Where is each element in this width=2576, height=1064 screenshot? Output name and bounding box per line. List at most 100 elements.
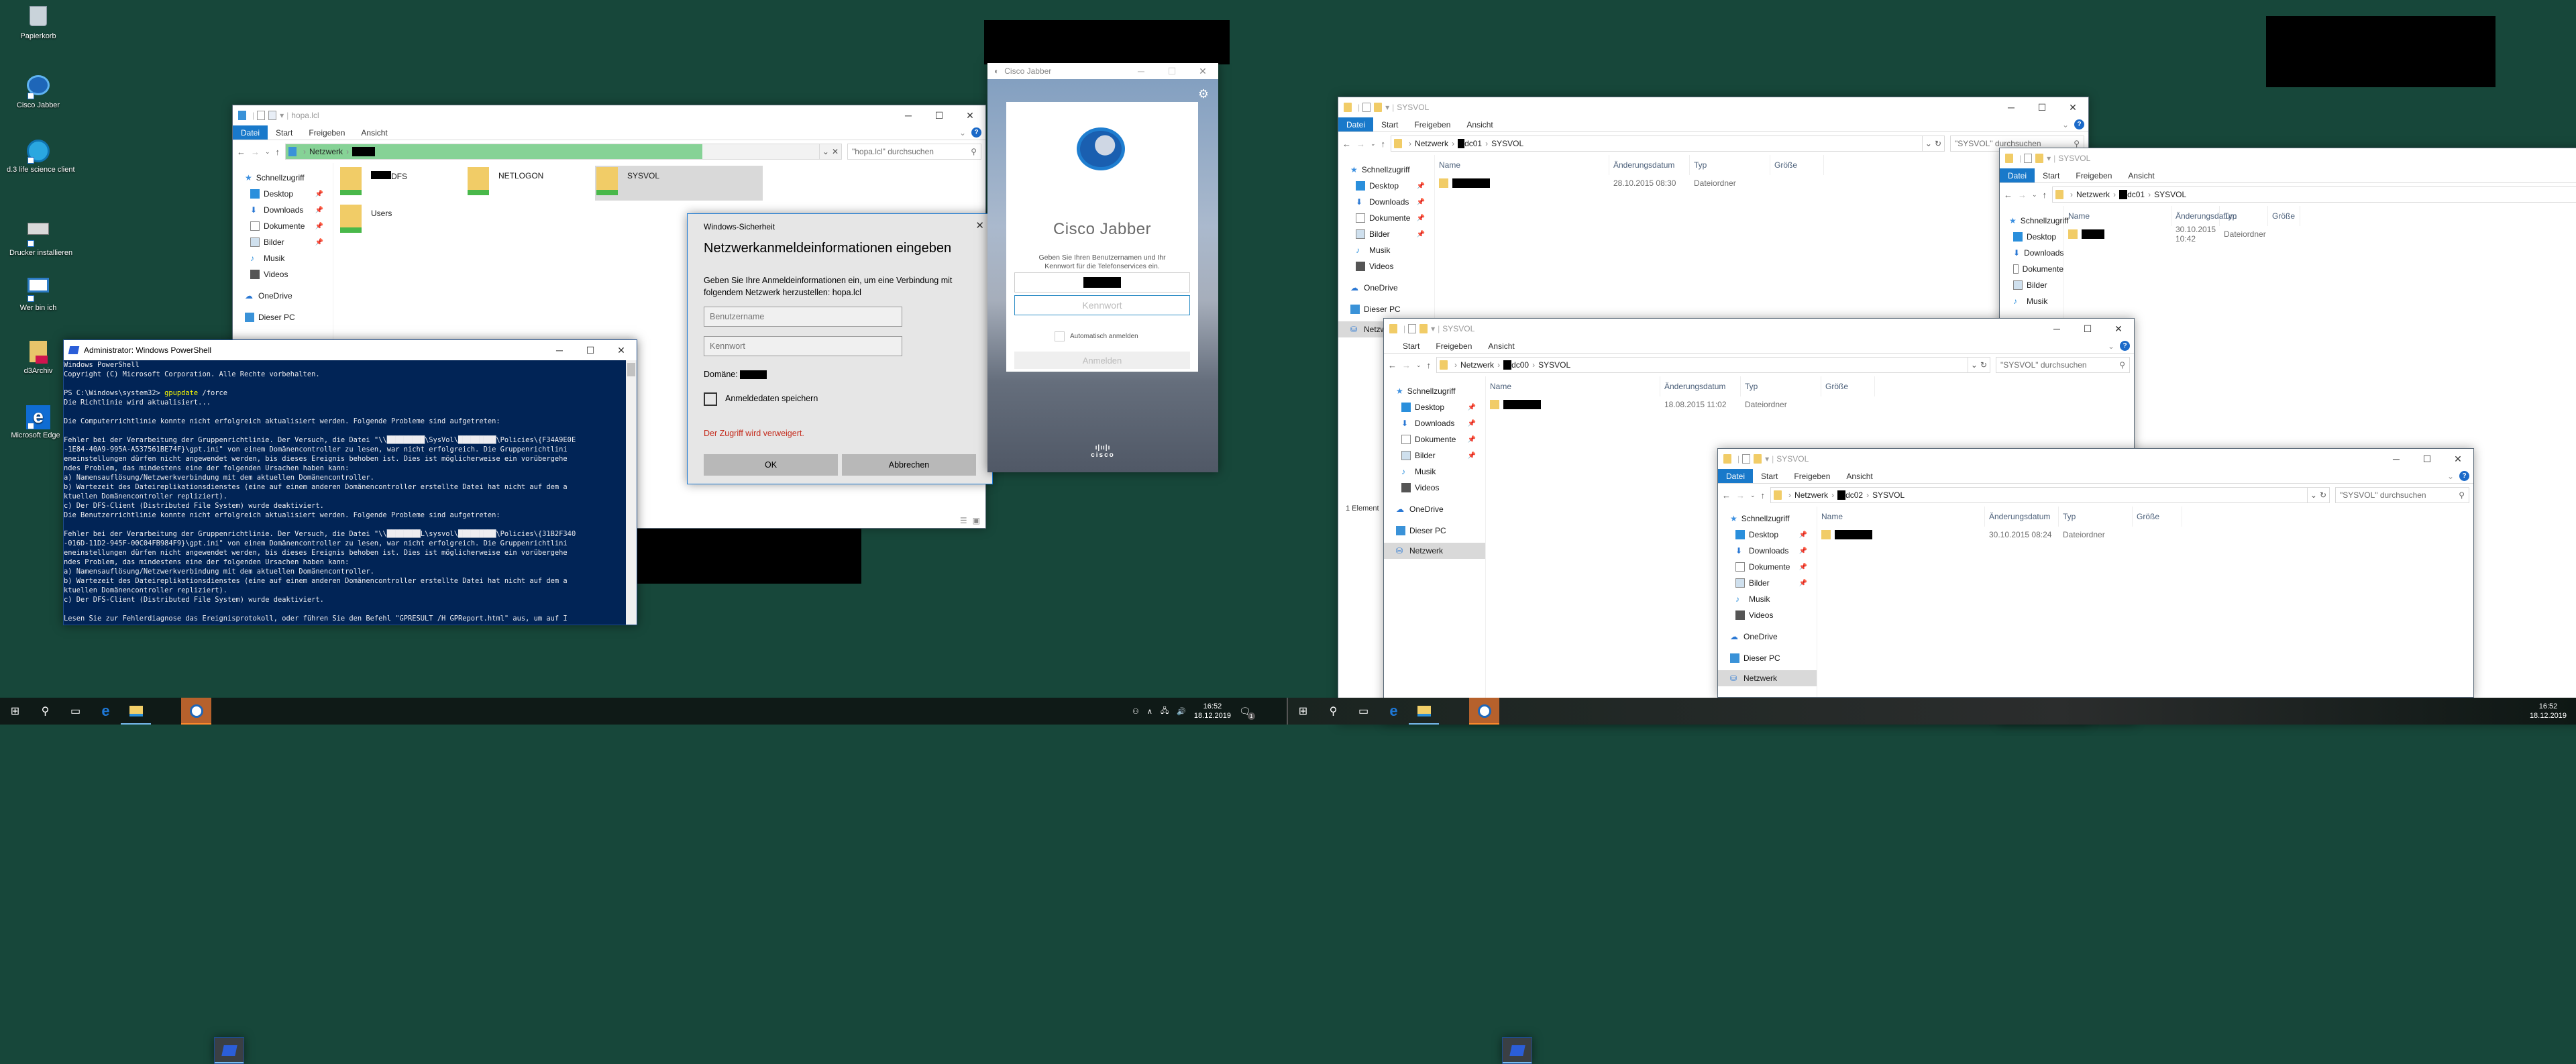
nav-bilder[interactable]: Bilder 📌 xyxy=(233,234,333,250)
nav-netzwerk[interactable]: ⛁ Netzwerk xyxy=(1384,543,1485,559)
start-button[interactable]: ⊞ xyxy=(1288,698,1318,725)
stop-icon[interactable]: ✕ xyxy=(832,147,839,156)
recent-locations-icon[interactable]: ⌄ xyxy=(265,148,270,156)
minimize-button[interactable]: ─ xyxy=(1996,97,2027,117)
tab-freigeben[interactable]: Freigeben xyxy=(1406,117,1458,131)
nav-dokumente[interactable]: Dokumente 📌 xyxy=(1338,210,1434,226)
recent-locations-icon[interactable]: ⌄ xyxy=(1416,362,1421,369)
nav-onedrive[interactable]: ☁ OneDrive xyxy=(1338,280,1434,296)
address-bar[interactable]: › Netzwerk › dc01 › SYSVOL ⌄ ↻ xyxy=(1391,136,1945,152)
nav-dokumente[interactable]: Dokumente 📌 xyxy=(233,218,333,234)
desktop-icon-recycle-bin[interactable]: Papierkorb xyxy=(13,4,63,40)
pin-icon[interactable]: 📌 xyxy=(315,239,323,246)
tab-ansicht[interactable]: Ansicht xyxy=(1838,469,1880,483)
close-button[interactable]: ✕ xyxy=(975,219,984,231)
nav-dokumente[interactable]: Dokumente 📌 xyxy=(1718,559,1817,575)
column-modified[interactable]: Änderungsdatum xyxy=(2171,206,2237,226)
nav-bilder[interactable]: Bilder xyxy=(2000,277,2063,293)
expand-ribbon-icon[interactable]: ⌄ xyxy=(959,128,966,138)
column-size[interactable]: Größe xyxy=(2268,206,2300,226)
nav-dokumente[interactable]: Dokumente xyxy=(2000,261,2063,277)
address-bar[interactable]: › Netzwerk › dc01 › SYSVOL xyxy=(2052,187,2576,203)
pin-icon[interactable]: 📌 xyxy=(1417,231,1425,238)
pin-icon[interactable]: 📌 xyxy=(1799,547,1807,555)
minimize-button[interactable]: ─ xyxy=(2381,449,2412,469)
nav-desktop[interactable]: Desktop 📌 xyxy=(1338,178,1434,194)
breadcrumb-netzwerk[interactable]: Netzwerk xyxy=(1415,139,1448,148)
refresh-icon[interactable]: ↻ xyxy=(2320,490,2326,500)
scrollbar[interactable] xyxy=(626,360,637,625)
quick-access-dropdown-icon[interactable]: ▾ xyxy=(1431,324,1435,333)
pin-icon[interactable]: 📌 xyxy=(1417,182,1425,190)
nav-desktop[interactable]: Desktop 📌 xyxy=(233,186,333,202)
nav-onedrive[interactable]: ☁ OneDrive xyxy=(1718,629,1817,645)
close-button[interactable]: ✕ xyxy=(955,105,985,125)
file-row[interactable]: 30.10.2015 10:42 Dateiordner xyxy=(2064,225,2576,244)
taskbar-edge[interactable]: e xyxy=(91,698,121,725)
column-modified[interactable]: Änderungsdatum xyxy=(1985,507,2059,527)
pin-icon[interactable]: 📌 xyxy=(1468,452,1476,460)
minimize-button[interactable]: ─ xyxy=(893,105,924,125)
help-icon[interactable]: ? xyxy=(971,127,981,138)
address-bar[interactable]: › Netzwerk › dc00 › SYSVOL ⌄ ↻ xyxy=(1436,357,1990,373)
minimize-button[interactable]: ─ xyxy=(1126,63,1157,79)
nav-musik[interactable]: ♪ Musik xyxy=(1718,591,1817,607)
address-dropdown-icon[interactable]: ⌄ xyxy=(1925,139,1932,148)
password-field[interactable] xyxy=(704,336,902,356)
column-name[interactable]: Name xyxy=(1435,155,1609,175)
back-button[interactable]: ← xyxy=(1722,490,1731,500)
column-type[interactable]: Typ xyxy=(2220,206,2268,226)
nav-videos[interactable]: Videos xyxy=(1718,607,1817,623)
nav-desktop[interactable]: Desktop 📌 xyxy=(1718,527,1817,543)
show-hidden-icons-icon[interactable]: ∧ xyxy=(1147,707,1152,716)
breadcrumb-server[interactable]: dc02 xyxy=(1845,490,1863,500)
new-folder-icon[interactable] xyxy=(2035,154,2044,163)
taskbar-cisco-jabber[interactable] xyxy=(1469,698,1499,725)
taskbar-powershell[interactable] xyxy=(214,1037,244,1064)
column-type[interactable]: Typ xyxy=(1741,376,1821,396)
help-icon[interactable]: ? xyxy=(2120,341,2130,351)
breadcrumb-sysvol[interactable]: SYSVOL xyxy=(1538,360,1570,370)
search-input[interactable]: "hopa.lcl" durchsuchen ⚲ xyxy=(847,144,981,160)
up-button[interactable]: ↑ xyxy=(1761,490,1766,500)
new-folder-icon[interactable] xyxy=(1419,324,1428,333)
clock[interactable]: 16:52 18.12.2019 xyxy=(2530,702,2567,721)
back-button[interactable]: ← xyxy=(1342,139,1351,149)
auto-login-checkbox[interactable] xyxy=(1055,331,1065,341)
nav-videos[interactable]: Videos xyxy=(1384,480,1485,496)
pin-icon[interactable]: 📌 xyxy=(315,191,323,198)
share-item-selected[interactable]: SYSVOL xyxy=(595,166,763,201)
forward-button[interactable]: → xyxy=(1356,139,1365,149)
tab-start[interactable]: Start xyxy=(1373,117,1406,131)
column-name[interactable]: Name xyxy=(1817,507,1985,527)
forward-button[interactable]: → xyxy=(1402,360,1411,370)
cancel-button[interactable]: Abbrechen xyxy=(842,454,976,476)
desktop-icon-printer[interactable]: Drucker installieren xyxy=(9,216,72,257)
nav-schnellzugriff[interactable]: ★ Schnellzugriff xyxy=(1338,162,1434,178)
address-dropdown-icon[interactable]: ⌄ xyxy=(1971,360,1978,370)
breadcrumb-netzwerk[interactable]: Netzwerk xyxy=(2076,190,2110,199)
password-field[interactable]: Kennwort xyxy=(1014,295,1190,315)
remember-checkbox[interactable] xyxy=(704,392,717,406)
maximize-button[interactable]: ☐ xyxy=(924,105,955,125)
column-type[interactable]: Typ xyxy=(1690,155,1770,175)
username-field[interactable] xyxy=(1014,272,1190,292)
nav-netzwerk[interactable]: ⛁ Netzwerk xyxy=(1718,670,1817,686)
large-icons-view-icon[interactable]: ▣ xyxy=(973,516,980,525)
forward-button[interactable]: → xyxy=(2018,190,2027,200)
up-button[interactable]: ↑ xyxy=(1427,360,1432,370)
close-button[interactable]: ✕ xyxy=(606,340,637,360)
maximize-button[interactable]: ☐ xyxy=(2027,97,2057,117)
address-bar[interactable]: › Netzwerk › ⌄ ✕ xyxy=(285,144,842,160)
nav-desktop[interactable]: Desktop xyxy=(2000,229,2063,245)
pin-icon[interactable]: 📌 xyxy=(315,207,323,214)
tab-ansicht[interactable]: Ansicht xyxy=(1458,117,1501,131)
minimize-button[interactable]: ─ xyxy=(544,340,575,360)
pin-icon[interactable]: 📌 xyxy=(1799,531,1807,539)
taskbar-edge[interactable]: e xyxy=(1379,698,1409,725)
close-button[interactable]: ✕ xyxy=(1187,63,1218,79)
file-row[interactable]: 30.10.2015 08:24 Dateiordner xyxy=(1817,527,2473,543)
tab-datei[interactable]: Datei xyxy=(2000,168,2035,182)
login-button[interactable]: Anmelden xyxy=(1014,352,1190,369)
desktop-icon-cisco-jabber[interactable]: Cisco Jabber xyxy=(13,74,63,109)
